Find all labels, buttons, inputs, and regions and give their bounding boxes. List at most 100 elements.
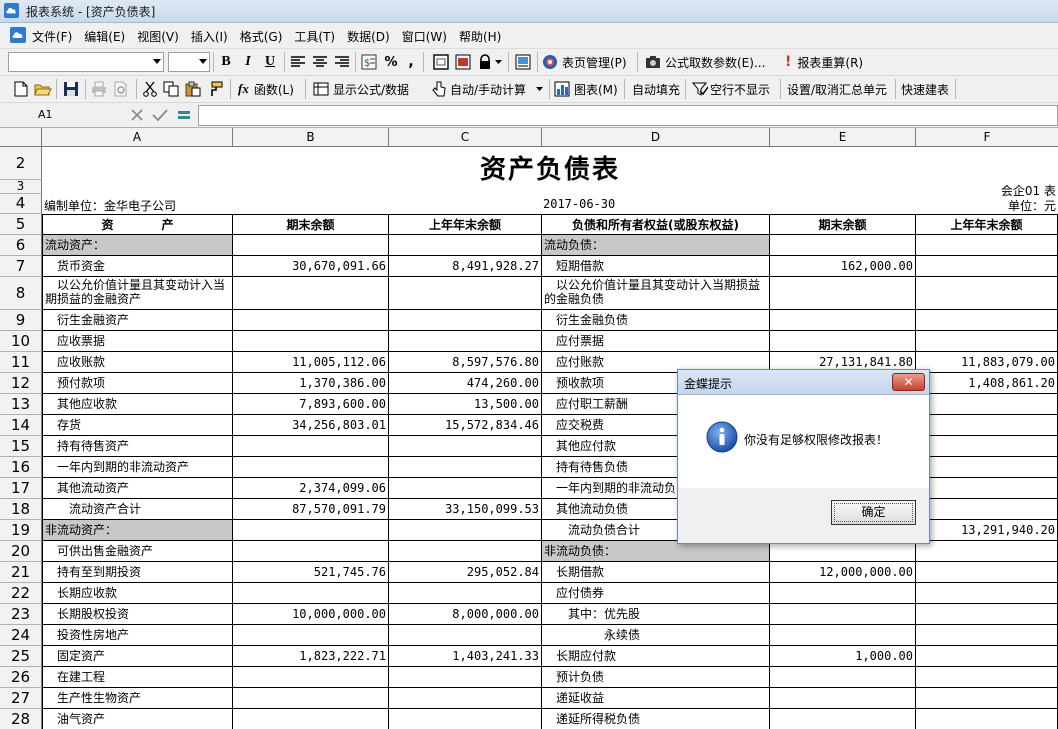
- table-cell[interactable]: 一年内到期的非流动资产: [42, 457, 233, 478]
- fill-color-icon[interactable]: [454, 52, 472, 72]
- row-header[interactable]: 10: [0, 331, 42, 352]
- table-cell[interactable]: [770, 688, 916, 709]
- table-cell[interactable]: [770, 541, 916, 562]
- auto-manual-button[interactable]: 自动/手动计算: [432, 79, 526, 99]
- table-cell[interactable]: 12,000,000.00: [770, 562, 916, 583]
- table-cell[interactable]: [233, 541, 389, 562]
- table-cell[interactable]: [233, 583, 389, 604]
- table-cell[interactable]: 投资性房地产: [42, 625, 233, 646]
- align-right-icon[interactable]: [334, 52, 350, 72]
- function-button[interactable]: fx 函数(L): [238, 79, 294, 99]
- table-cell[interactable]: 短期借款: [542, 256, 770, 277]
- table-cell[interactable]: [233, 520, 389, 541]
- table-cell[interactable]: [916, 415, 1058, 436]
- table-header-cell[interactable]: 资 产: [42, 214, 233, 235]
- format-painter-icon[interactable]: [206, 79, 224, 99]
- table-cell[interactable]: 1,408,861.20: [916, 373, 1058, 394]
- column-header-c[interactable]: C: [389, 128, 542, 147]
- table-cell[interactable]: [916, 457, 1058, 478]
- table-cell[interactable]: 持有至到期投资: [42, 562, 233, 583]
- table-cell[interactable]: [916, 277, 1058, 310]
- table-cell[interactable]: 固定资产: [42, 646, 233, 667]
- column-header-f[interactable]: F: [916, 128, 1058, 147]
- hide-blank-rows-button[interactable]: 空行不显示: [692, 79, 770, 99]
- table-cell[interactable]: [389, 709, 542, 729]
- table-cell[interactable]: 长期应收款: [42, 583, 233, 604]
- show-formula-button[interactable]: 显示公式/数据: [313, 79, 409, 99]
- table-cell[interactable]: 8,491,928.27: [389, 256, 542, 277]
- column-header-b[interactable]: B: [233, 128, 389, 147]
- table-cell[interactable]: 应收票据: [42, 331, 233, 352]
- table-cell[interactable]: [770, 310, 916, 331]
- border-icon[interactable]: [432, 52, 450, 72]
- menu-help[interactable]: 帮助(H): [459, 28, 501, 45]
- table-cell[interactable]: [389, 310, 542, 331]
- preview-icon[interactable]: [514, 52, 532, 72]
- table-cell[interactable]: 递延所得税负债: [542, 709, 770, 729]
- table-cell[interactable]: [389, 667, 542, 688]
- table-cell[interactable]: 可供出售金融资产: [42, 541, 233, 562]
- column-header-e[interactable]: E: [770, 128, 916, 147]
- table-cell[interactable]: [233, 709, 389, 729]
- table-cell[interactable]: [770, 331, 916, 352]
- lock-icon[interactable]: [477, 52, 493, 72]
- table-cell[interactable]: [916, 562, 1058, 583]
- table-cell[interactable]: 衍生金融负债: [542, 310, 770, 331]
- menu-format[interactable]: 格式(G): [240, 28, 283, 45]
- table-cell[interactable]: [770, 235, 916, 256]
- row-header[interactable]: 9: [0, 310, 42, 331]
- ok-button[interactable]: 确定: [831, 500, 916, 525]
- table-cell[interactable]: 8,000,000.00: [389, 604, 542, 625]
- menu-insert[interactable]: 插入(I): [191, 28, 228, 45]
- row-header[interactable]: 13: [0, 394, 42, 415]
- currency-format-icon[interactable]: $: [360, 52, 378, 72]
- row-header[interactable]: 27: [0, 688, 42, 709]
- chart-button[interactable]: 图表(M): [554, 79, 618, 99]
- table-cell[interactable]: 11,005,112.06: [233, 352, 389, 373]
- table-cell[interactable]: [916, 667, 1058, 688]
- table-cell[interactable]: [389, 457, 542, 478]
- table-cell[interactable]: [916, 646, 1058, 667]
- new-file-icon[interactable]: [12, 79, 30, 99]
- table-cell[interactable]: 其中：优先股: [542, 604, 770, 625]
- table-cell[interactable]: [916, 331, 1058, 352]
- table-cell[interactable]: [770, 625, 916, 646]
- table-cell[interactable]: [770, 277, 916, 310]
- table-cell[interactable]: [389, 583, 542, 604]
- table-cell[interactable]: 1,403,241.33: [389, 646, 542, 667]
- table-cell[interactable]: [770, 604, 916, 625]
- table-header-cell[interactable]: 负债和所有者权益(或股东权益): [542, 214, 770, 235]
- table-cell[interactable]: [916, 394, 1058, 415]
- table-cell[interactable]: 流动负债：: [542, 235, 770, 256]
- table-cell[interactable]: 295,052.84: [389, 562, 542, 583]
- table-cell[interactable]: [233, 436, 389, 457]
- menu-view[interactable]: 视图(V): [137, 28, 179, 45]
- table-cell[interactable]: 非流动资产：: [42, 520, 233, 541]
- row-header[interactable]: 18: [0, 499, 42, 520]
- dialog-close-button[interactable]: ✕: [892, 373, 925, 391]
- print-icon[interactable]: [90, 79, 108, 99]
- menu-tools[interactable]: 工具(T): [294, 28, 335, 45]
- page-manage-button[interactable]: 表页管理(P): [542, 52, 627, 72]
- table-cell[interactable]: 预付款项: [42, 373, 233, 394]
- cancel-icon[interactable]: [128, 105, 146, 125]
- table-cell[interactable]: [233, 235, 389, 256]
- recalc-button[interactable]: ! 报表重算(R): [785, 52, 863, 72]
- row-header[interactable]: 15: [0, 436, 42, 457]
- table-cell[interactable]: [916, 256, 1058, 277]
- table-cell[interactable]: 13,500.00: [389, 394, 542, 415]
- row-header[interactable]: 5: [0, 214, 42, 235]
- table-header-cell[interactable]: 期末余额: [770, 214, 916, 235]
- table-cell[interactable]: 递延收益: [542, 688, 770, 709]
- table-cell[interactable]: [916, 310, 1058, 331]
- row-header[interactable]: 6: [0, 235, 42, 256]
- table-cell[interactable]: 以公允价值计量且其变动计入当期损益的金融负债: [542, 277, 770, 310]
- align-left-icon[interactable]: [290, 52, 306, 72]
- row-header[interactable]: 2: [0, 147, 42, 180]
- app-cloud-icon[interactable]: [10, 27, 26, 43]
- row-header[interactable]: 19: [0, 520, 42, 541]
- table-cell[interactable]: 应付债券: [542, 583, 770, 604]
- table-cell[interactable]: 应收账款: [42, 352, 233, 373]
- table-cell[interactable]: 11,883,079.00: [916, 352, 1058, 373]
- table-cell[interactable]: 衍生金融资产: [42, 310, 233, 331]
